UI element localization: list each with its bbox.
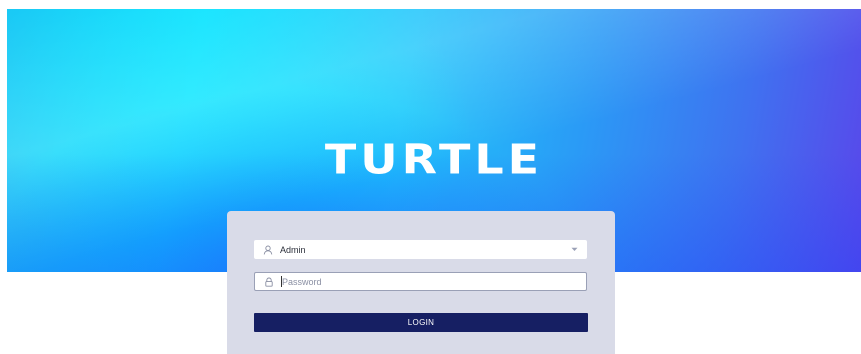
brand-logo-text: TURTLE [324, 134, 544, 184]
login-button[interactable]: LOGIN [254, 313, 588, 332]
username-select[interactable]: Admin [254, 240, 587, 259]
password-input[interactable] [282, 276, 586, 287]
caret-down-icon[interactable] [571, 247, 578, 252]
login-card: Admin LOGIN [227, 211, 615, 354]
password-field[interactable] [254, 272, 587, 291]
lock-icon [263, 276, 275, 288]
user-icon [262, 244, 274, 256]
username-value: Admin [280, 244, 306, 255]
